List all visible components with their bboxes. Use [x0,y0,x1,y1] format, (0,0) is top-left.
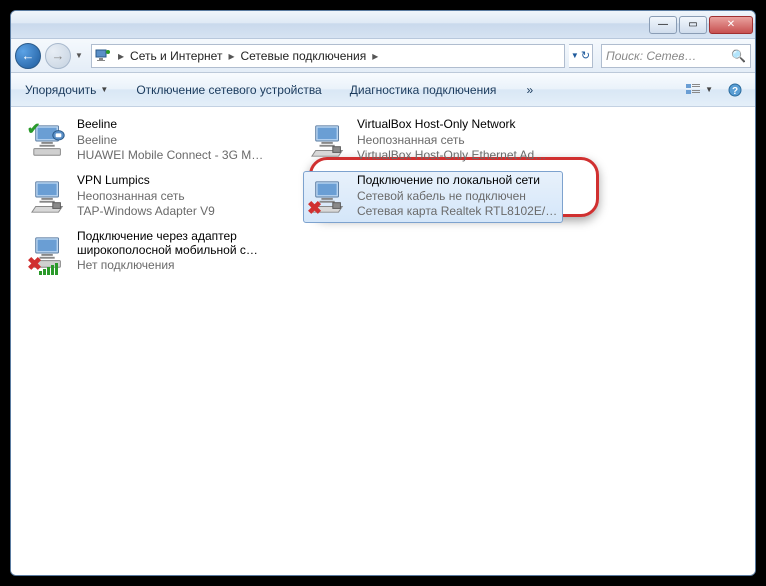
connection-item-virtualbox[interactable]: VirtualBox Host-Only Network Неопознанна… [303,115,563,167]
view-options-button[interactable]: ▼ [682,80,717,100]
explorer-window: — ▭ ✕ ← → ▼ ▸ Сеть и Интернет ▸ Сетевые … [10,10,756,576]
connection-status: Нет подключения [77,258,281,274]
lan-adapter-icon [25,173,73,221]
titlebar: — ▭ ✕ [11,11,755,39]
connection-item-vpn[interactable]: VPN Lumpics Неопознанная сеть TAP-Window… [23,171,283,223]
chevron-down-icon: ▼ [100,85,108,94]
breadcrumb-arrow: ▸ [370,49,380,63]
minimize-button[interactable]: — [649,16,677,34]
connection-adapter: VirtualBox Host-Only Ethernet Ad… [357,148,561,164]
organize-button[interactable]: Упорядочить ▼ [19,79,114,101]
refresh-icon: ↻ [581,49,590,62]
connection-item-beeline[interactable]: ✔ Beeline Beeline HUAWEI Mobile Connect … [23,115,283,167]
nav-history-dropdown[interactable]: ▼ [75,51,87,60]
maximize-button[interactable]: ▭ [679,16,707,34]
content-area: ✔ Beeline Beeline HUAWEI Mobile Connect … [11,107,755,575]
dropdown-icon: ▼ [571,51,579,60]
connection-title: Подключение через адаптер широкополосной… [77,229,281,258]
diagnose-button[interactable]: Диагностика подключения [344,79,503,101]
connection-status: Сетевой кабель не подключен [357,189,561,205]
forward-button[interactable]: → [45,43,71,69]
chevron-down-icon: ▼ [705,85,713,94]
breadcrumb-arrow: ▸ [226,49,236,63]
toolbar-overflow-button[interactable]: » [520,79,539,101]
navigation-bar: ← → ▼ ▸ Сеть и Интернет ▸ Сетевые подклю… [11,39,755,73]
back-button[interactable]: ← [15,43,41,69]
organize-label: Упорядочить [25,83,96,97]
status-ok-icon: ✔ [27,119,40,139]
lan-adapter-icon [305,117,353,165]
connection-item-broadband[interactable]: ✖ Подключение через адаптер широкополосн… [23,227,283,279]
breadcrumb-seg-connections[interactable]: Сетевые подключения [236,49,370,63]
connection-title: Beeline [77,117,281,133]
connection-title: VirtualBox Host-Only Network [357,117,561,133]
connection-adapter: HUAWEI Mobile Connect - 3G M… [77,148,281,164]
wan-modem-icon: ✖ [25,229,73,277]
search-input[interactable]: Поиск: Сетев… 🔍 [601,44,751,68]
refresh-button[interactable]: ▼ ↻ [569,44,593,68]
svg-text:?: ? [732,86,738,97]
lan-adapter-icon: ✖ [305,173,353,221]
breadcrumb-arrow: ▸ [116,49,126,63]
connection-status: Beeline [77,133,281,149]
connection-item-local-area[interactable]: ✖ Подключение по локальной сети Сетевой … [303,171,563,223]
connection-status: Неопознанная сеть [77,189,281,205]
close-button[interactable]: ✕ [709,16,753,34]
connection-status: Неопознанная сеть [357,133,561,149]
status-error-icon: ✖ [307,198,322,219]
breadcrumb[interactable]: ▸ Сеть и Интернет ▸ Сетевые подключения … [91,44,565,68]
wan-modem-icon: ✔ [25,117,73,165]
network-center-icon [94,47,112,65]
search-placeholder: Поиск: Сетев… [606,49,697,63]
connection-adapter: TAP-Windows Adapter V9 [77,204,281,220]
toolbar: Упорядочить ▼ Отключение сетевого устрой… [11,73,755,107]
connection-title: Подключение по локальной сети [357,173,561,189]
search-icon: 🔍 [731,49,746,63]
connection-title: VPN Lumpics [77,173,281,189]
signal-bars-icon [39,263,58,275]
help-button[interactable]: ? [723,80,747,100]
connection-adapter: Сетевая карта Realtek RTL8102E/… [357,204,561,220]
breadcrumb-seg-network[interactable]: Сеть и Интернет [126,49,226,63]
disable-device-button[interactable]: Отключение сетевого устройства [130,79,327,101]
